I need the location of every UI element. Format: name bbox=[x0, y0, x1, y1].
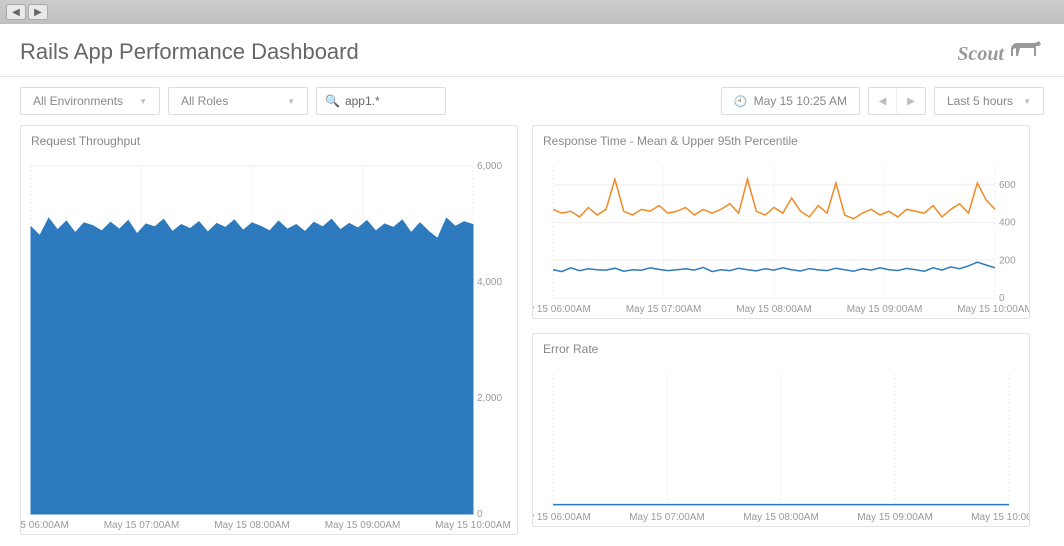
page-header: Rails App Performance Dashboard Scout bbox=[0, 24, 1064, 77]
throughput-chart: May 15 06:00AM May 15 07:00AM May 15 08:00… bbox=[21, 156, 517, 534]
svg-text:May 15 06:00AM: May 15 06:00AM bbox=[533, 304, 591, 315]
svg-text:May 15 09:00AM: May 15 09:00AM bbox=[847, 304, 923, 315]
svg-text:May 15 10:00AM: May 15 10:00AM bbox=[957, 304, 1029, 315]
toolbar: All Environments ▼ All Roles ▼ 🔍 🕙 May 1… bbox=[0, 77, 1064, 125]
svg-text:600: 600 bbox=[999, 180, 1016, 191]
svg-text:May 15 10:00AM: May 15 10:00AM bbox=[435, 520, 511, 531]
throughput-title: Request Throughput bbox=[21, 126, 517, 156]
search-input[interactable] bbox=[345, 94, 437, 108]
environment-dropdown[interactable]: All Environments ▼ bbox=[20, 87, 160, 115]
svg-text:200: 200 bbox=[999, 255, 1016, 266]
brand-logo: Scout bbox=[957, 38, 1044, 66]
environment-label: All Environments bbox=[33, 94, 123, 108]
svg-text:6,000: 6,000 bbox=[477, 161, 502, 172]
svg-text:May 15 06:00AM: May 15 06:00AM bbox=[533, 512, 591, 523]
roles-label: All Roles bbox=[181, 94, 228, 108]
svg-text:May 15 09:00AM: May 15 09:00AM bbox=[857, 512, 933, 523]
nav-forward-button[interactable]: ▶ bbox=[28, 4, 48, 20]
svg-text:May 15 07:00AM: May 15 07:00AM bbox=[629, 512, 705, 523]
svg-text:May 15 10:00AM: May 15 10:00AM bbox=[971, 512, 1029, 523]
page-title: Rails App Performance Dashboard bbox=[20, 39, 359, 65]
time-next-button[interactable]: ▶ bbox=[897, 88, 925, 114]
error-chart: May 15 06:00AM May 15 07:00AM May 15 08:00… bbox=[533, 364, 1029, 526]
dog-icon bbox=[1008, 38, 1044, 60]
search-box[interactable]: 🔍 bbox=[316, 87, 446, 115]
svg-text:May 15 08:00AM: May 15 08:00AM bbox=[214, 520, 290, 531]
browser-tabbar: ◀ ▶ bbox=[0, 0, 1064, 24]
brand-name: Scout bbox=[957, 43, 1004, 66]
nav-back-button[interactable]: ◀ bbox=[6, 4, 26, 20]
svg-text:May 15 08:00AM: May 15 08:00AM bbox=[736, 304, 812, 315]
range-label: Last 5 hours bbox=[947, 94, 1013, 108]
svg-text:4,000: 4,000 bbox=[477, 277, 502, 288]
svg-text:0: 0 bbox=[477, 509, 483, 520]
roles-dropdown[interactable]: All Roles ▼ bbox=[168, 87, 308, 115]
error-panel: Error Rate May 15 06:00AMMay 15 07:00AMM… bbox=[532, 333, 1030, 527]
svg-text:2,000: 2,000 bbox=[477, 393, 502, 404]
timestamp-display[interactable]: 🕙 May 15 10:25 AM bbox=[721, 87, 860, 115]
chevron-down-icon: ▼ bbox=[1023, 97, 1031, 106]
svg-text:May 15 07:00AM: May 15 07:00AM bbox=[626, 304, 702, 315]
svg-text:May 15 06:00AM: May 15 06:00AM bbox=[21, 520, 69, 531]
svg-text:0: 0 bbox=[999, 293, 1005, 304]
clock-icon: 🕙 bbox=[734, 95, 748, 108]
timestamp-label: May 15 10:25 AM bbox=[754, 94, 847, 108]
svg-text:May 15 07:00AM: May 15 07:00AM bbox=[104, 520, 180, 531]
svg-text:400: 400 bbox=[999, 218, 1016, 229]
throughput-panel: Request Throughput May 15 06:00AMMay 15 … bbox=[20, 125, 518, 535]
chevron-down-icon: ▼ bbox=[287, 97, 295, 106]
response-chart: May 15 06:00AM May 15 07:00AM May 15 08:00… bbox=[533, 156, 1029, 318]
chevron-down-icon: ▼ bbox=[139, 97, 147, 106]
response-panel: Response Time - Mean & Upper 95th Percen… bbox=[532, 125, 1030, 319]
time-prev-button[interactable]: ◀ bbox=[869, 88, 897, 114]
search-icon: 🔍 bbox=[325, 94, 340, 108]
svg-text:May 15 09:00AM: May 15 09:00AM bbox=[325, 520, 401, 531]
response-title: Response Time - Mean & Upper 95th Percen… bbox=[533, 126, 1029, 156]
time-nav: ◀ ▶ bbox=[868, 87, 926, 115]
range-dropdown[interactable]: Last 5 hours ▼ bbox=[934, 87, 1044, 115]
svg-text:May 15 08:00AM: May 15 08:00AM bbox=[743, 512, 819, 523]
error-title: Error Rate bbox=[533, 334, 1029, 364]
